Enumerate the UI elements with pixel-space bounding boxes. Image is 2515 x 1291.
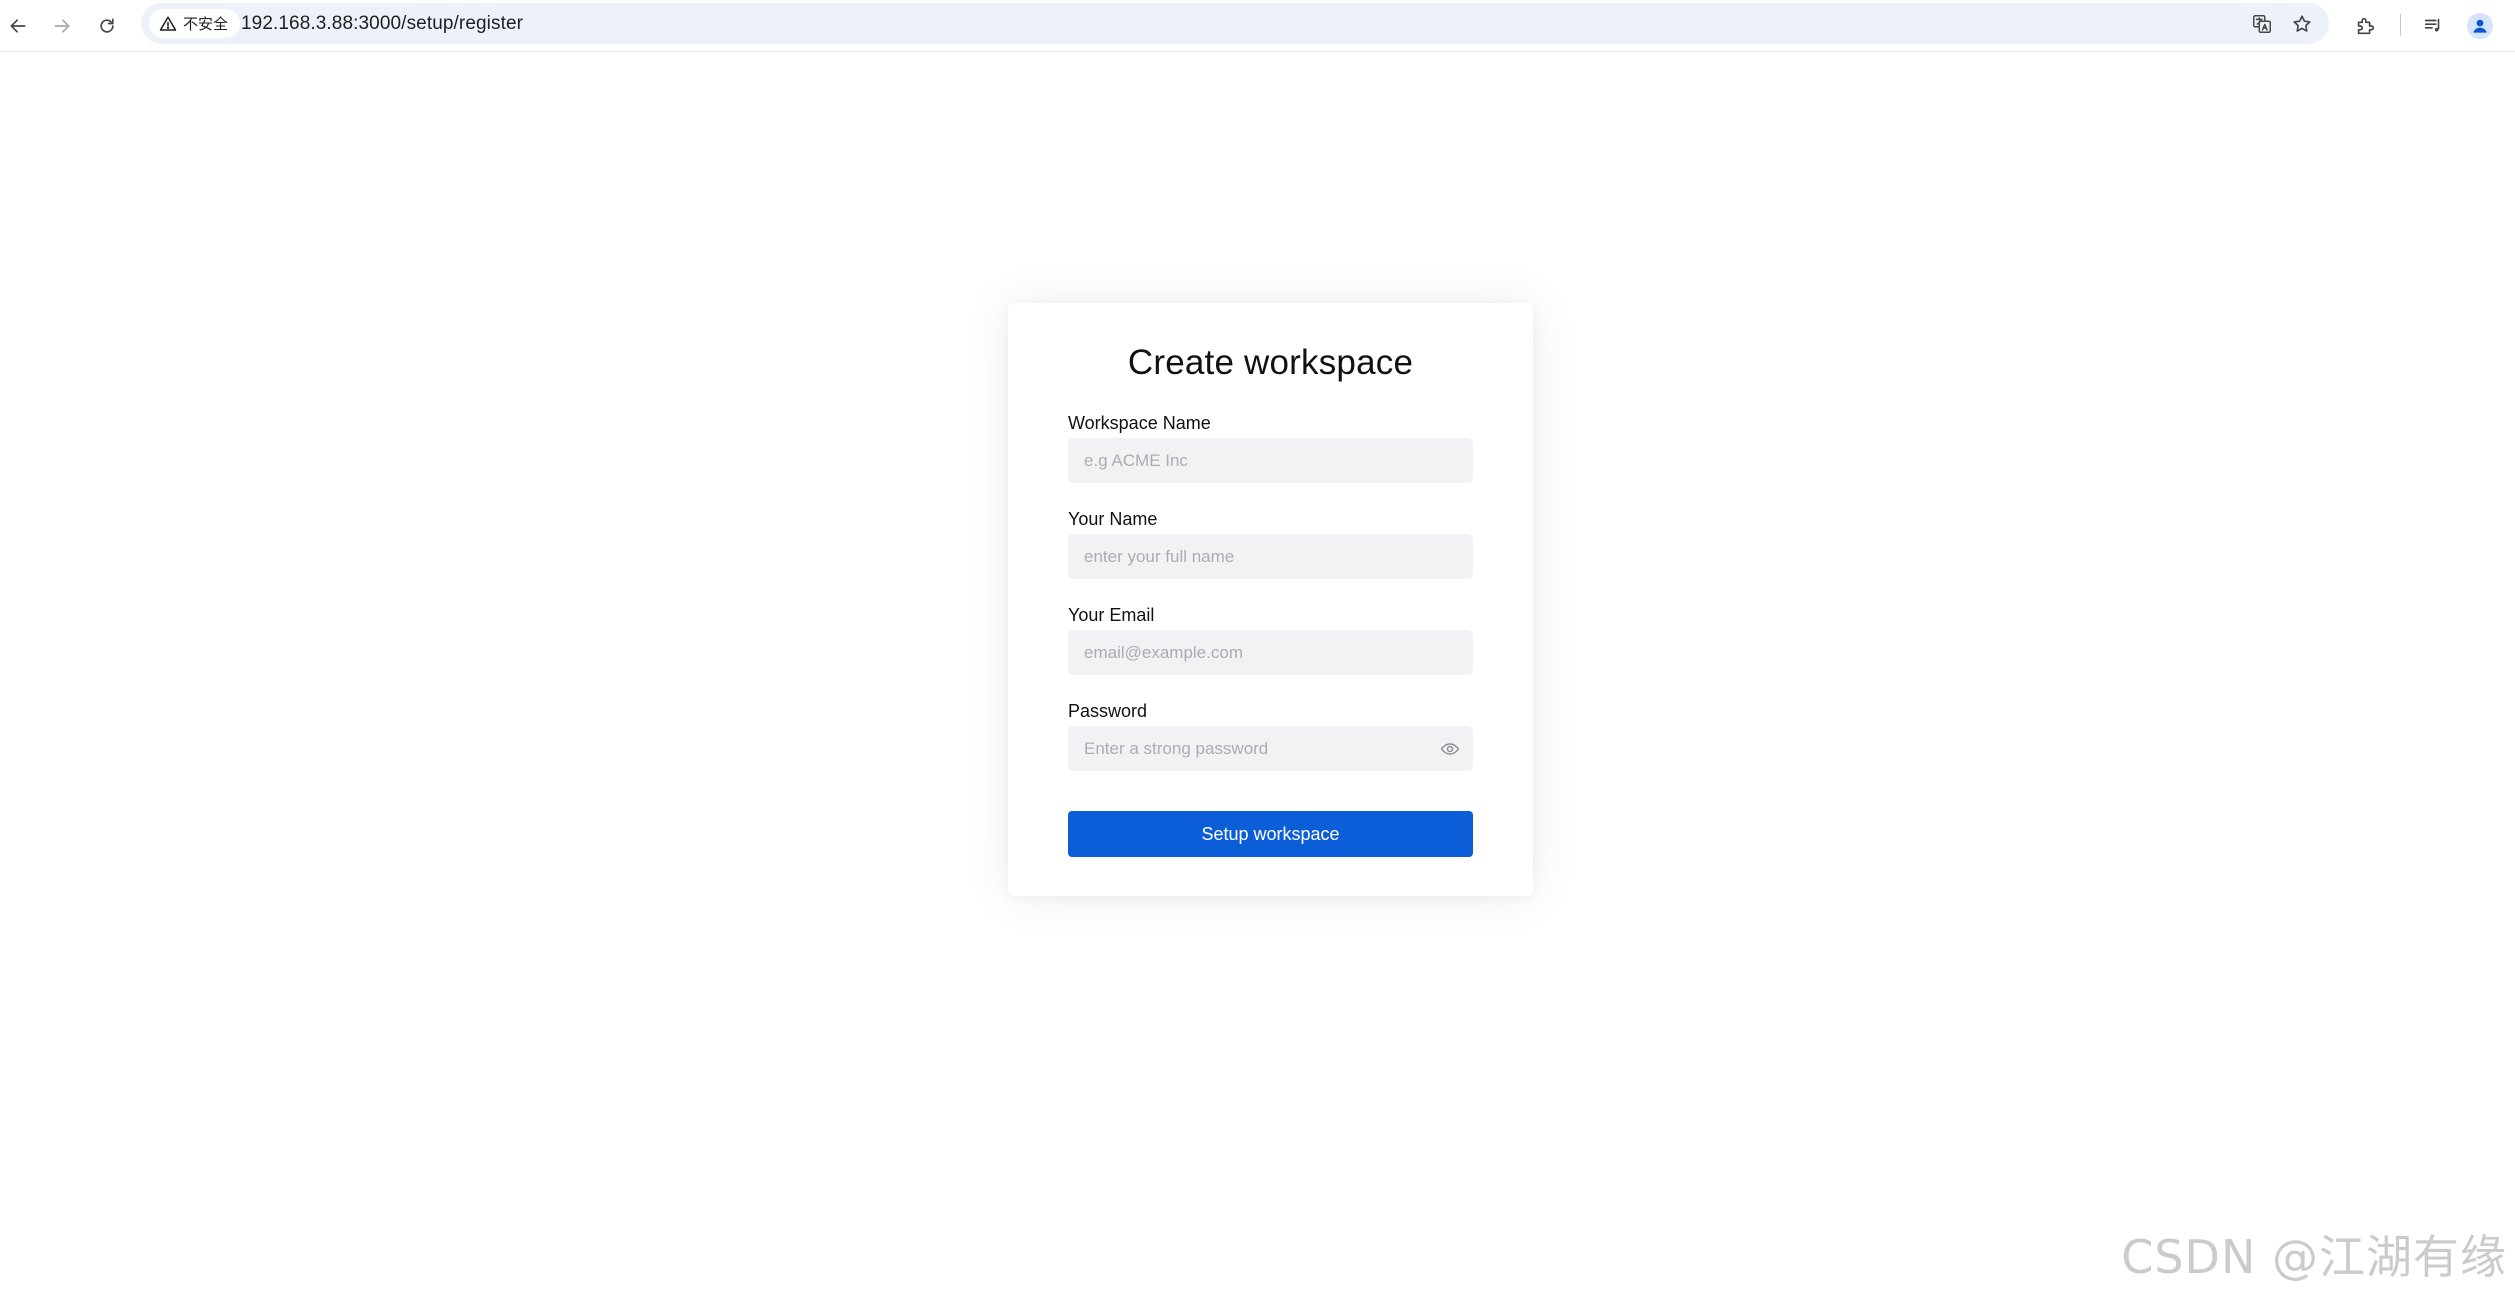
your-name-input[interactable]: [1068, 534, 1473, 579]
translate-icon: [2253, 15, 2271, 33]
back-icon: [10, 19, 26, 33]
forward-icon: [54, 19, 70, 33]
media-controls-button[interactable]: [2415, 8, 2451, 44]
watermark: CSDN @江湖有缘: [2121, 1230, 2507, 1284]
url-text[interactable]: 192.168.3.88:3000/setup/register: [241, 3, 523, 44]
back-button[interactable]: [0, 8, 36, 44]
security-chip[interactable]: 不安全: [149, 9, 241, 38]
bookmark-button[interactable]: [2287, 9, 2317, 39]
reload-icon: [100, 18, 114, 33]
profile-button[interactable]: [2462, 8, 2498, 44]
browser-toolbar: 不安全 192.168.3.88:3000/setup/register: [0, 0, 2515, 52]
avatar: [2467, 13, 2493, 39]
password-field[interactable]: [1068, 726, 1473, 771]
create-workspace-card: Create workspace Workspace Name Your Nam…: [1008, 303, 1533, 896]
extensions-button[interactable]: [2347, 8, 2383, 44]
security-label: 不安全: [183, 16, 229, 33]
password-label: Password: [1068, 701, 1148, 721]
workspace-name-label: Workspace Name: [1068, 413, 1211, 433]
toggle-password-visibility[interactable]: [1439, 738, 1461, 760]
toolbar-divider: [2400, 14, 2401, 36]
translate-button[interactable]: [2247, 9, 2277, 39]
eye-icon: [1440, 743, 1460, 755]
profile-icon: [2473, 19, 2487, 33]
extensions-icon: [2357, 17, 2375, 35]
reload-button[interactable]: [89, 8, 125, 44]
warning-icon: [159, 16, 177, 31]
email-field[interactable]: [1068, 630, 1473, 675]
your-name-label: Your Name: [1068, 509, 1158, 529]
workspace-name-input[interactable]: [1068, 438, 1473, 483]
setup-workspace-button[interactable]: Setup workspace: [1068, 811, 1473, 857]
page-title: Create workspace: [1127, 343, 1414, 382]
media-controls-icon: [2424, 18, 2440, 32]
address-bar[interactable]: 不安全 192.168.3.88:3000/setup/register: [141, 3, 2329, 44]
forward-button[interactable]: [44, 8, 80, 44]
email-label: Your Email: [1068, 605, 1155, 625]
bookmark-star-icon: [2293, 15, 2311, 32]
